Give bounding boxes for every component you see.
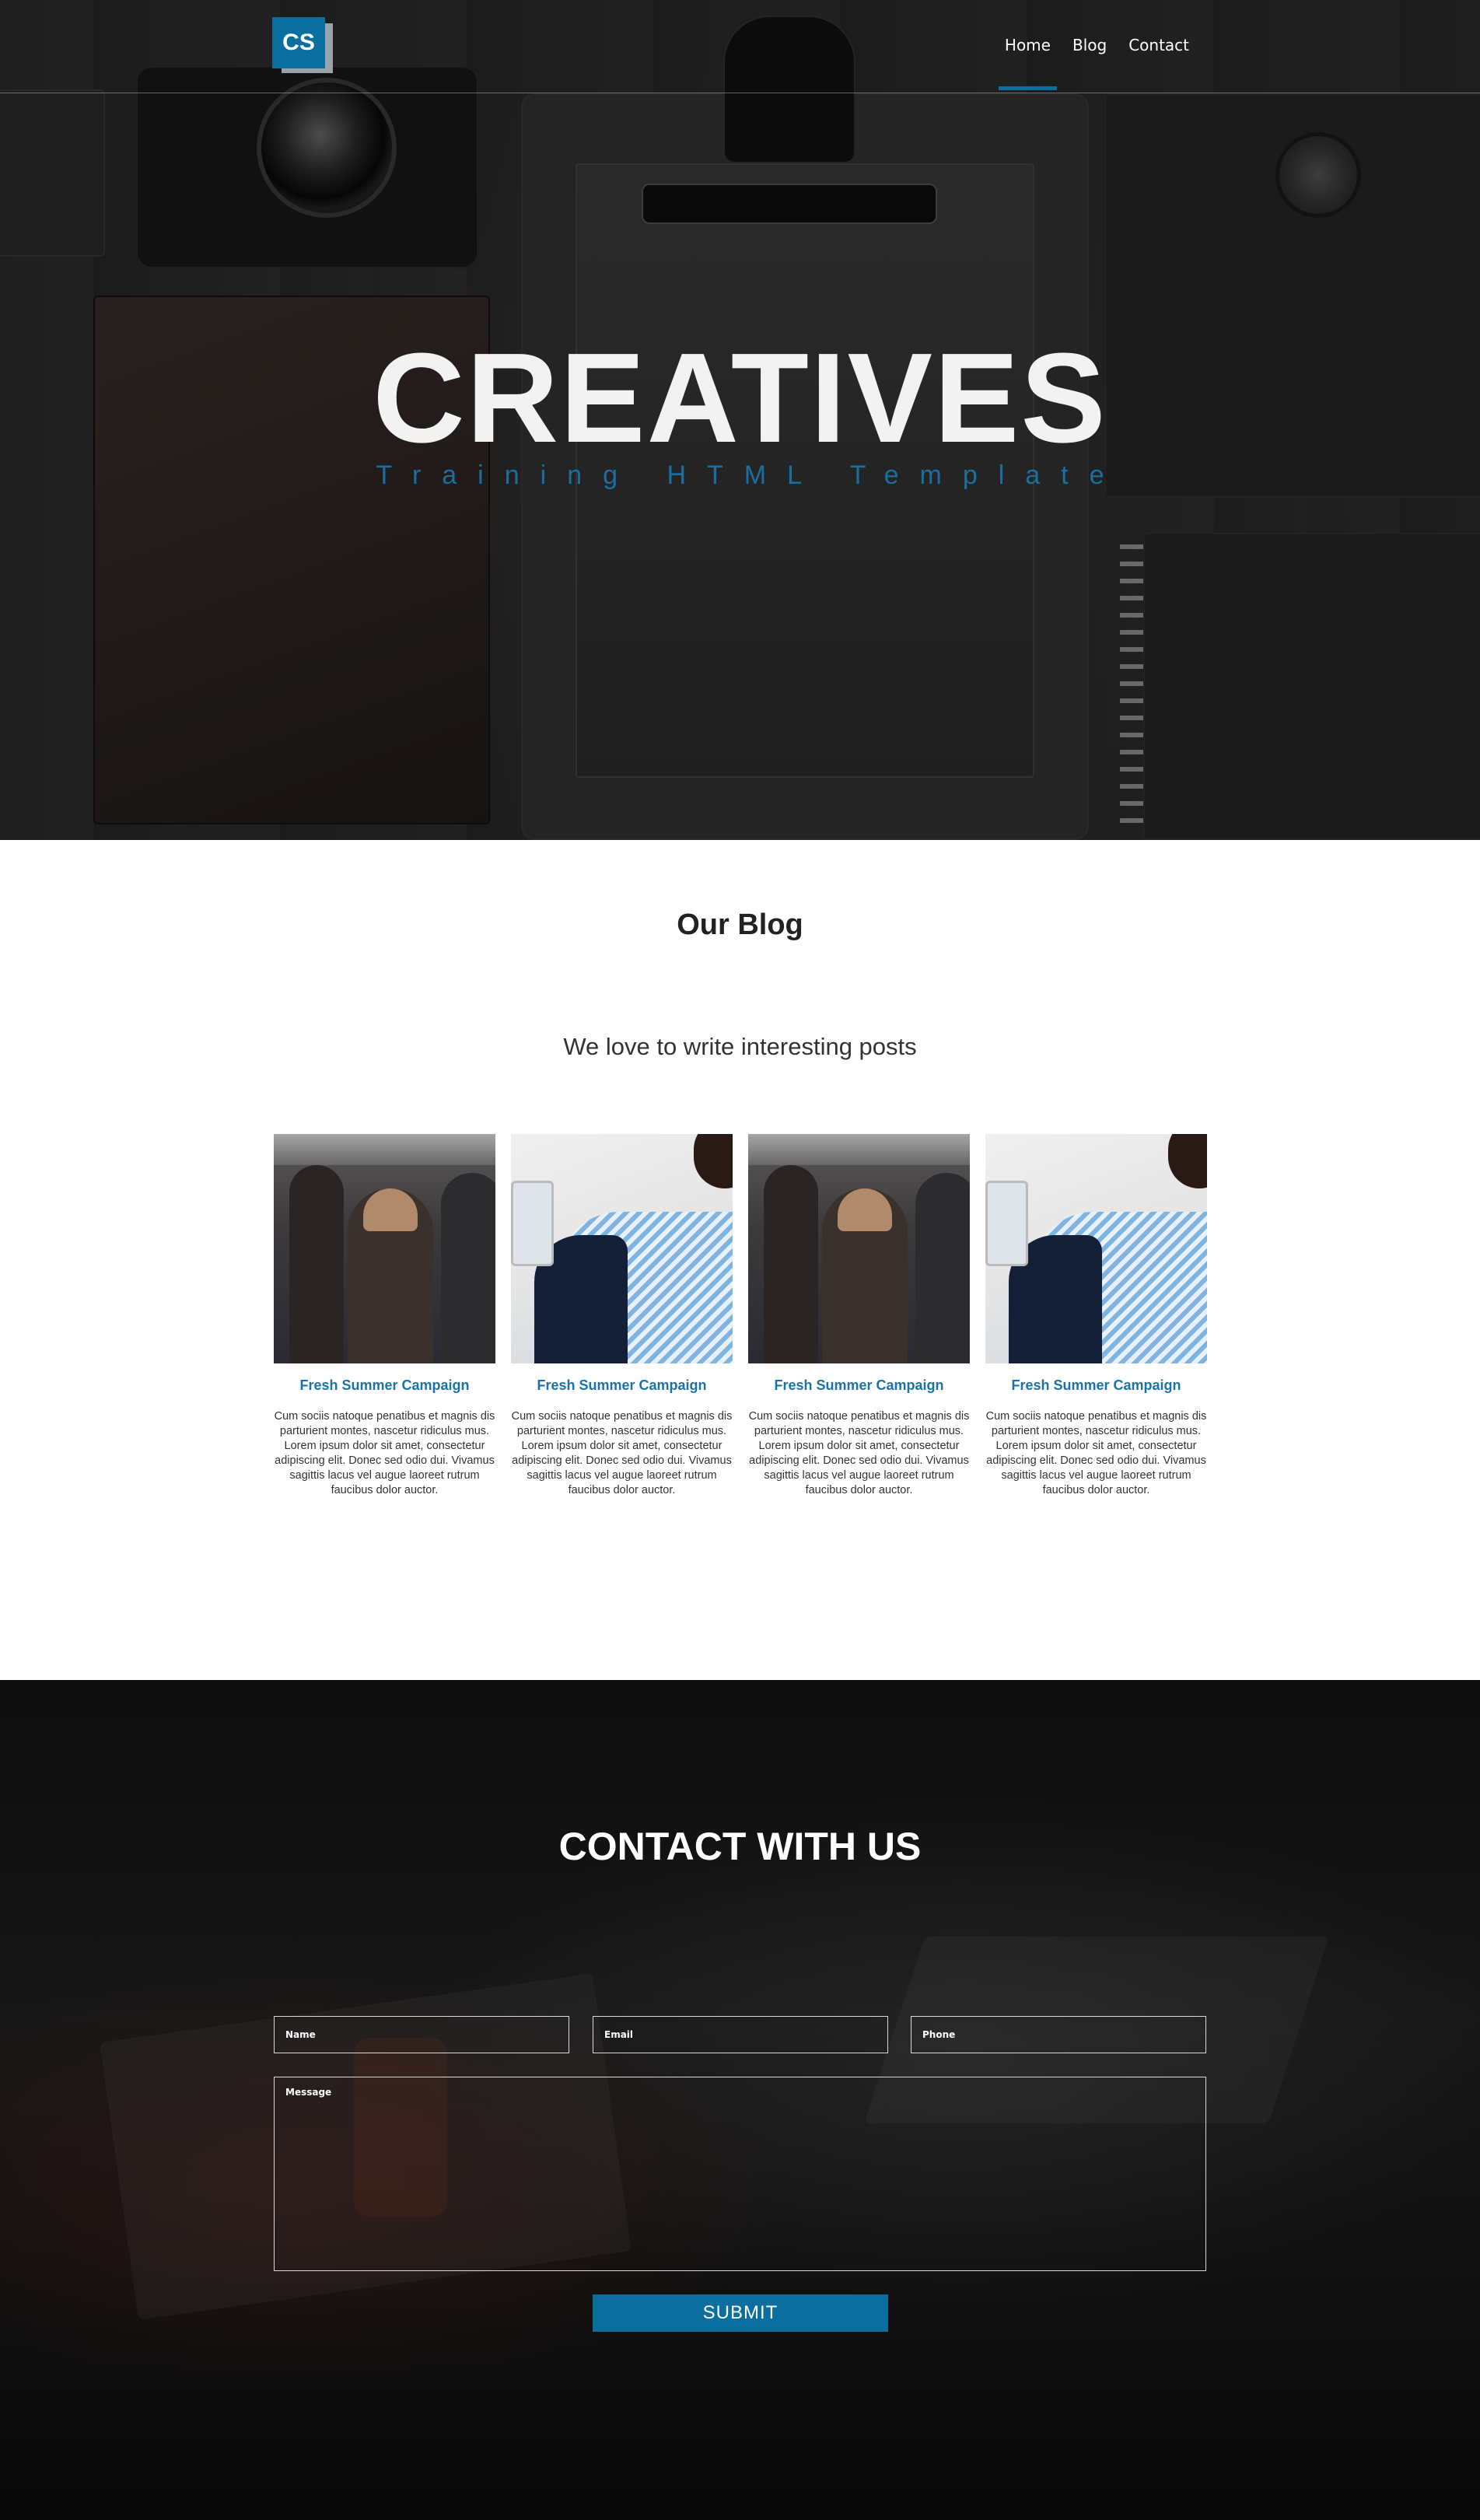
business-photo-image[interactable]	[985, 1134, 1207, 1363]
hero-section: CS Home Blog Contact CREATIVES Training …	[0, 0, 1480, 840]
blog-post-title[interactable]: Fresh Summer Campaign	[748, 1377, 970, 1394]
blog-post-card: Fresh Summer Campaign Cum sociis natoque…	[985, 1134, 1207, 1498]
hero-title: CREATIVES	[373, 327, 1107, 469]
message-field[interactable]	[274, 2077, 1206, 2271]
email-field[interactable]	[593, 2016, 888, 2053]
nav-contact-link[interactable]: Contact	[1118, 28, 1200, 62]
nav-home-link[interactable]: Home	[994, 28, 1062, 90]
nav-blog-link[interactable]: Blog	[1062, 28, 1118, 62]
logo[interactable]: CS	[272, 17, 334, 73]
team-photo-image[interactable]	[748, 1134, 970, 1363]
blog-post-card: Fresh Summer Campaign Cum sociis natoque…	[511, 1134, 733, 1498]
logo-text: CS	[272, 17, 325, 68]
top-navigation: CS Home Blog Contact	[0, 0, 1480, 93]
blog-post-list: Fresh Summer Campaign Cum sociis natoque…	[274, 1134, 1207, 1498]
blog-post-card: Fresh Summer Campaign Cum sociis natoque…	[274, 1134, 495, 1498]
blog-post-card: Fresh Summer Campaign Cum sociis natoque…	[748, 1134, 970, 1498]
blog-section: Our Blog We love to write interesting po…	[0, 840, 1480, 1680]
blog-subtitle: We love to write interesting posts	[563, 1033, 917, 1060]
submit-button[interactable]: SUBMIT	[593, 2294, 888, 2332]
hero-subtitle: Training HTML Template	[376, 460, 1125, 490]
blog-post-excerpt: Cum sociis natoque penatibus et magnis d…	[985, 1410, 1207, 1496]
main-menu: Home Blog Contact	[994, 28, 1200, 90]
blog-post-title[interactable]: Fresh Summer Campaign	[274, 1377, 495, 1394]
blog-post-excerpt: Cum sociis natoque penatibus et magnis d…	[511, 1410, 733, 1496]
blog-title: Our Blog	[677, 908, 803, 941]
contact-section: CONTACT WITH US SUBMIT	[0, 1680, 1480, 2520]
blog-post-excerpt: Cum sociis natoque penatibus et magnis d…	[274, 1410, 495, 1496]
name-field[interactable]	[274, 2016, 569, 2053]
phone-field[interactable]	[911, 2016, 1206, 2053]
blog-post-excerpt: Cum sociis natoque penatibus et magnis d…	[748, 1410, 970, 1496]
blog-post-title[interactable]: Fresh Summer Campaign	[511, 1377, 733, 1394]
blog-post-title[interactable]: Fresh Summer Campaign	[985, 1377, 1207, 1394]
business-photo-image[interactable]	[511, 1134, 733, 1363]
contact-title: CONTACT WITH US	[558, 1825, 922, 1868]
team-photo-image[interactable]	[274, 1134, 495, 1363]
